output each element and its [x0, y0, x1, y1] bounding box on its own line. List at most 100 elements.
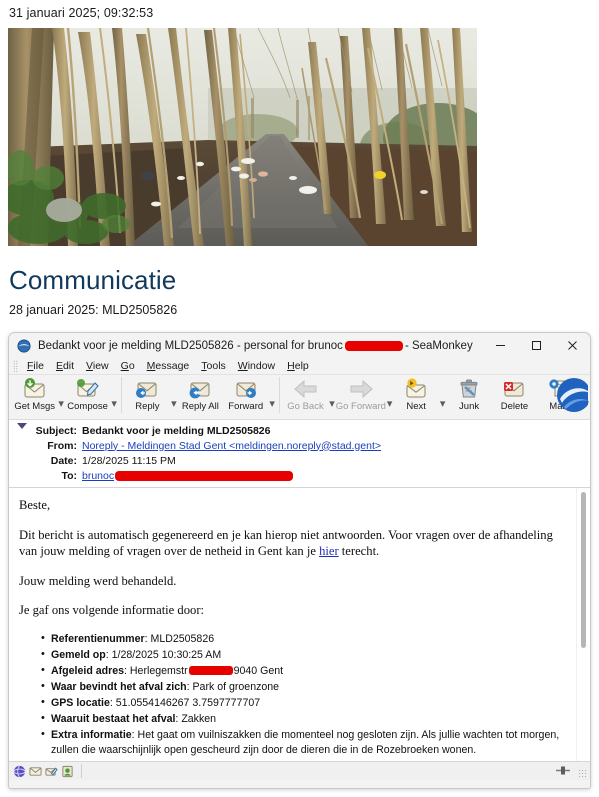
toolbar-dropdown-5[interactable]: ▾: [328, 399, 336, 410]
toolbar-dropdown-6[interactable]: ▾: [386, 399, 394, 410]
toolbar-junk[interactable]: Junk: [446, 375, 491, 412]
toolbar-dropdown-7[interactable]: ▾: [439, 399, 447, 410]
toolbar-next[interactable]: Next: [393, 375, 438, 412]
toolbar-dropdown-1[interactable]: ▾: [57, 399, 65, 410]
info-value-gemeld-op: 1/28/2025 10:30:25 AM: [111, 648, 222, 661]
window-titlebar[interactable]: Bedankt voor je melding MLD2505826 - per…: [9, 333, 590, 358]
list-item: GPS locatie: 51.0554146267 3.7597777707: [41, 695, 572, 711]
redaction-bar-recipient: [115, 470, 294, 481]
toolbar-compose[interactable]: Compose: [65, 375, 110, 412]
toolbar-go-back[interactable]: Go Back: [283, 375, 328, 412]
toolbar-compose-label: Compose: [67, 401, 108, 412]
compose-status-icon[interactable]: [45, 765, 58, 778]
menubar-grip[interactable]: [13, 359, 18, 373]
body-scrollbar[interactable]: [576, 488, 590, 761]
list-item: Referentienummer: MLD2505826: [41, 631, 572, 647]
body-scrollbar-thumb[interactable]: [581, 492, 586, 648]
toolbar-go-forward[interactable]: Go Forward: [336, 375, 386, 412]
toolbar-forward[interactable]: Forward: [223, 375, 268, 412]
info-value-waaruit: Zakken: [181, 712, 217, 725]
toolbar-get-messages[interactable]: Get Msgs: [12, 375, 57, 412]
status-progress-icon: [556, 766, 570, 775]
info-value-adres-post: 9040 Gent: [233, 664, 284, 677]
resize-grip[interactable]: [578, 769, 588, 779]
toolbar-delete-label: Delete: [500, 401, 529, 412]
status-bar: [9, 761, 590, 780]
menu-help[interactable]: Help: [281, 359, 315, 374]
menu-edit-rest: dit: [62, 359, 75, 372]
window-title-prefix: Bedankt voor je melding MLD2505826 - per…: [38, 339, 343, 352]
to-label: To:: [61, 469, 77, 482]
header-row-from: From: Noreply - Meldingen Stad Gent <mel…: [9, 438, 590, 453]
seamonkey-window: Bedankt voor je melding MLD2505826 - per…: [8, 332, 591, 789]
toolbar-dropdown-4[interactable]: ▾: [268, 399, 276, 410]
from-value-wrap: Noreply - Meldingen Stad Gent <meldingen…: [82, 440, 381, 452]
info-label-waaruit: Waaruit bestaat het afval: [51, 712, 176, 725]
menu-view[interactable]: View: [80, 359, 115, 374]
toolbar-forward-label: Forward: [228, 401, 264, 412]
info-label-extra: Extra informatie: [51, 729, 132, 742]
body-paragraph-3: Je gaf ons volgende informatie door:: [19, 603, 205, 617]
maximize-icon: [531, 341, 541, 350]
info-label-referentienummer: Referentienummer: [51, 632, 145, 645]
body-link-hier[interactable]: hier: [319, 544, 339, 558]
mail-toolbar[interactable]: Get Msgs ▾ Compose ▾ Reply ▾ Reply All F…: [9, 375, 590, 420]
seamonkey-icon: [17, 338, 31, 353]
mail-icon[interactable]: [29, 765, 42, 778]
info-value-adres-pre: Herlegemstr: [129, 664, 188, 677]
close-button[interactable]: [554, 333, 590, 358]
from-value[interactable]: Noreply - Meldingen Stad Gent <meldingen…: [82, 440, 381, 452]
menu-go-rest: o: [128, 359, 135, 372]
menu-message[interactable]: Message: [141, 359, 196, 374]
junk-icon: [457, 377, 481, 400]
menu-tools-rest: ools: [206, 359, 226, 372]
body-paragraph-1-end: terecht.: [338, 544, 380, 558]
minimize-button[interactable]: [482, 333, 518, 358]
from-label: From:: [47, 439, 77, 452]
toolbar-separator-2: [278, 377, 280, 413]
report-timestamp: 31 januari 2025; 09:32:53: [9, 6, 154, 20]
toolbar-delete[interactable]: Delete: [492, 375, 537, 412]
toolbar-dropdown-2[interactable]: ▾: [110, 399, 118, 410]
menu-view-rest: iew: [92, 359, 109, 372]
body-paragraph-1-text: Dit bericht is automatisch gegenereerd e…: [19, 527, 553, 559]
list-item: Afgeleid adres: Herlegemstr9040 Gent: [41, 663, 572, 679]
report-photo: [8, 28, 477, 246]
toolbar-dropdown-3[interactable]: ▾: [170, 399, 178, 410]
toolbar-go-back-label: Go Back: [287, 401, 324, 412]
menu-edit[interactable]: Edit: [50, 359, 80, 374]
toolbar-junk-label: Junk: [459, 401, 480, 412]
body-paragraph-2: Jouw melding werd behandeld.: [19, 573, 177, 588]
forward-icon: [234, 377, 258, 400]
back-arrow-icon: [293, 377, 319, 400]
header-twisty-toggle[interactable]: [17, 423, 27, 429]
window-controls[interactable]: [482, 333, 590, 358]
menubar[interactable]: File Edit View Go Message Tools Window H…: [9, 358, 590, 375]
to-value[interactable]: brunoc: [82, 470, 114, 482]
date-value: 1/28/2025 11:15 PM: [82, 454, 176, 467]
menu-file[interactable]: File: [21, 359, 50, 374]
menu-tools[interactable]: Tools: [195, 359, 232, 374]
to-value-wrap: brunoc: [82, 470, 294, 482]
header-row-to: To: brunoc: [9, 468, 590, 483]
next-message-icon: [404, 377, 428, 400]
menu-window[interactable]: Window: [232, 359, 281, 374]
address-book-icon[interactable]: [61, 765, 74, 778]
toolbar-reply[interactable]: Reply: [125, 375, 170, 412]
menu-window-rest: indow: [247, 359, 276, 372]
reply-icon: [135, 377, 159, 400]
delete-icon: [502, 377, 526, 400]
menu-go[interactable]: Go: [115, 359, 141, 374]
close-icon: [567, 341, 577, 350]
toolbar-reply-all[interactable]: Reply All: [178, 375, 223, 412]
date-label: Date:: [50, 454, 77, 467]
menu-file-rest: ile: [33, 359, 44, 372]
list-item: Waar bevindt het afval zich: Park of gro…: [41, 679, 572, 695]
window-title: Bedankt voor je melding MLD2505826 - per…: [38, 340, 473, 352]
online-status-icon[interactable]: [13, 765, 26, 778]
window-title-suffix: - SeaMonkey: [404, 339, 473, 352]
maximize-button[interactable]: [518, 333, 554, 358]
toolbar-go-forward-label: Go Forward: [335, 401, 386, 412]
info-label-waar-afval: Waar bevindt het afval zich: [51, 680, 187, 693]
info-label-gps: GPS locatie: [51, 696, 110, 709]
